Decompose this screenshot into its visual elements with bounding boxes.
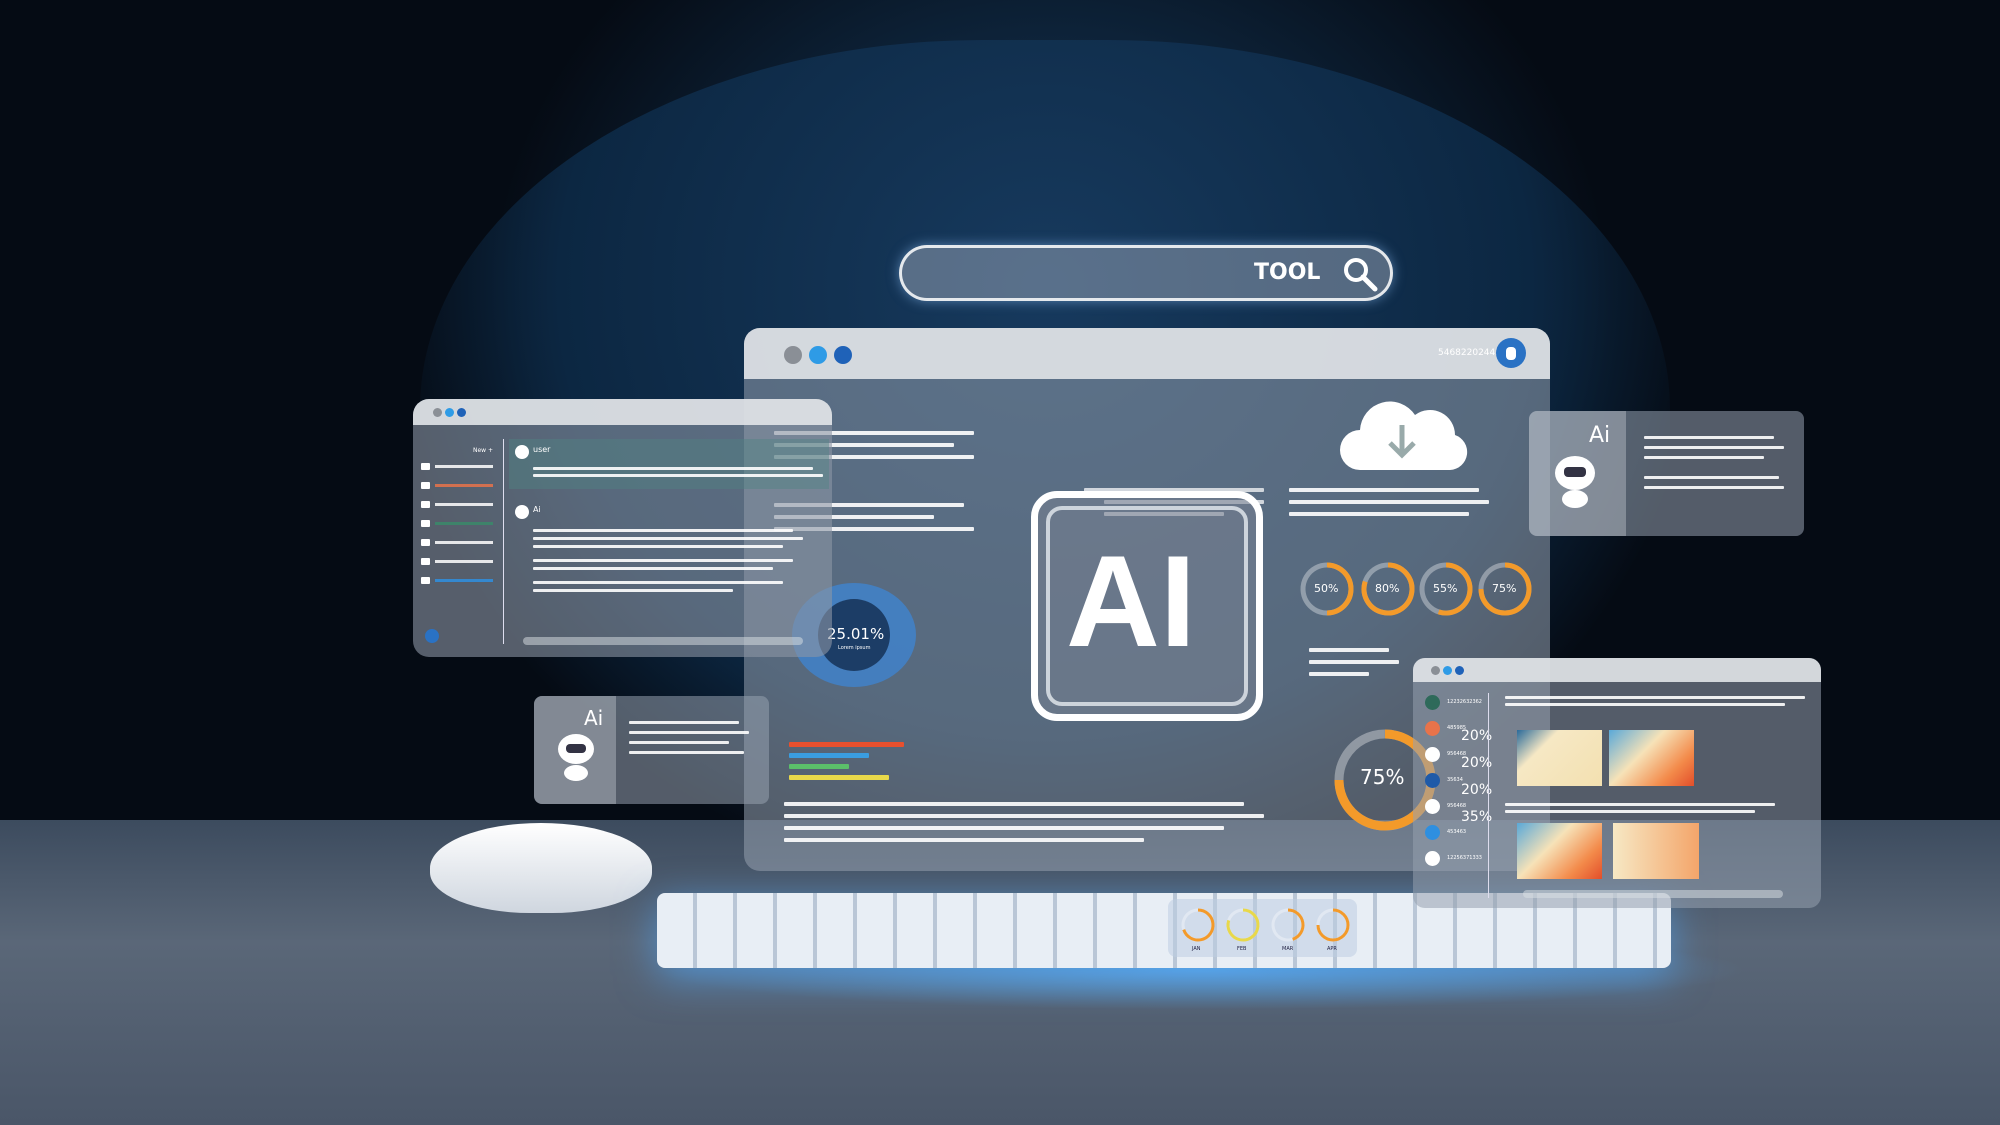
month-gauge	[1181, 908, 1215, 942]
month-label: APR	[1327, 946, 1337, 952]
search-query: TOOL	[1254, 260, 1321, 285]
bar	[789, 775, 889, 780]
chat-history-item[interactable]	[421, 501, 501, 509]
user-list-item[interactable]: 453463	[1425, 825, 1485, 841]
message-input[interactable]	[523, 637, 803, 645]
image-thumbnail[interactable]	[1609, 730, 1694, 786]
window-dot[interactable]	[809, 346, 827, 364]
robot-icon	[558, 734, 594, 781]
donut-value: 25.01%	[827, 625, 885, 643]
feed-input[interactable]	[1523, 890, 1783, 898]
image-thumbnail[interactable]	[1613, 823, 1699, 879]
image-thumbnail[interactable]	[1517, 730, 1602, 786]
title-bar: 546822024424	[744, 328, 1550, 379]
window-dot[interactable]	[433, 408, 442, 417]
user-id: 12232632362	[1447, 699, 1482, 705]
cloud-download-icon	[1340, 401, 1468, 470]
bar	[789, 753, 869, 758]
account-avatar-icon[interactable]	[425, 629, 439, 643]
month-gauge	[1226, 908, 1260, 942]
user-avatar-icon	[1425, 851, 1440, 866]
ai-logo-text: AI	[1066, 528, 1196, 674]
chat-bubble-icon	[421, 558, 430, 565]
search-bar[interactable]: TOOL	[899, 245, 1393, 301]
chat-history-item[interactable]	[421, 482, 501, 490]
chat-history-item[interactable]	[421, 463, 501, 471]
user-avatar-icon	[1425, 747, 1440, 762]
mouse	[430, 823, 652, 913]
ai-panel: Ai	[1529, 411, 1804, 536]
gauge-label: 50%	[1314, 582, 1339, 595]
image-thumbnail[interactable]	[1517, 823, 1602, 879]
chat-history-item[interactable]	[421, 577, 501, 585]
chat-history-item[interactable]	[421, 558, 501, 566]
monthly-gauges-panel: JAN FEB MAR APR	[1168, 899, 1357, 957]
new-chat-button[interactable]: New +	[473, 447, 493, 454]
feed-window: 12232632362 485985 956468 35634 956468 453463…	[1413, 658, 1821, 908]
ai-label: Ai	[533, 505, 541, 514]
user-icon	[515, 445, 529, 459]
month-gauge	[1271, 908, 1305, 942]
search-icon[interactable]	[1342, 256, 1378, 292]
robot-icon	[1555, 456, 1595, 508]
month-gauge	[1316, 908, 1350, 942]
user-list-item[interactable]: 12256371333	[1425, 851, 1485, 867]
user-list-item[interactable]: 12232632362	[1425, 695, 1485, 711]
ai-icon	[515, 505, 529, 519]
user-avatar-icon	[1425, 773, 1440, 788]
window-dot[interactable]	[1431, 666, 1440, 675]
chat-bubble-icon	[421, 577, 430, 584]
window-dot[interactable]	[1443, 666, 1452, 675]
user-avatar-icon	[1425, 799, 1440, 814]
gauge-label: 55%	[1433, 582, 1458, 595]
chat-history-item[interactable]	[421, 520, 501, 528]
chat-bubble-icon	[421, 501, 430, 508]
chat-bubble-icon	[421, 520, 430, 527]
user-avatar-icon	[1425, 695, 1440, 710]
gauge-label: 80%	[1375, 582, 1400, 595]
user-avatar-icon[interactable]	[1496, 338, 1526, 368]
window-dot[interactable]	[445, 408, 454, 417]
ai-logo-box: AI	[1031, 491, 1263, 721]
window-dot[interactable]	[834, 346, 852, 364]
user-message: user	[509, 439, 829, 489]
chat-window: New + user Ai	[413, 399, 832, 657]
ai-panel-label: Ai	[1589, 423, 1611, 448]
user-id: 453463	[1447, 829, 1467, 835]
month-label: FEB	[1237, 946, 1247, 952]
month-label: JAN	[1192, 946, 1201, 952]
ai-panel: Ai	[534, 696, 769, 804]
user-id: 12256371333	[1447, 855, 1482, 861]
chat-bubble-icon	[421, 482, 430, 489]
chat-bubble-icon	[421, 539, 430, 546]
chat-bubble-icon	[421, 463, 430, 470]
user-avatar-icon	[1425, 825, 1440, 840]
user-label: user	[533, 445, 551, 454]
gauge-arc	[1287, 908, 1305, 941]
bar	[789, 742, 904, 747]
window-dot[interactable]	[1455, 666, 1464, 675]
donut-caption: Lorem ipsum	[838, 645, 871, 651]
user-avatar-icon	[1425, 721, 1440, 736]
ai-panel-label: Ai	[584, 706, 604, 730]
window-dot[interactable]	[784, 346, 802, 364]
window-dot[interactable]	[457, 408, 466, 417]
month-label: MAR	[1282, 946, 1294, 952]
gauge-label: 75%	[1492, 582, 1517, 595]
big-donut-label: 75%	[1360, 765, 1405, 789]
chat-history-item[interactable]	[421, 539, 501, 547]
bar	[789, 764, 849, 769]
